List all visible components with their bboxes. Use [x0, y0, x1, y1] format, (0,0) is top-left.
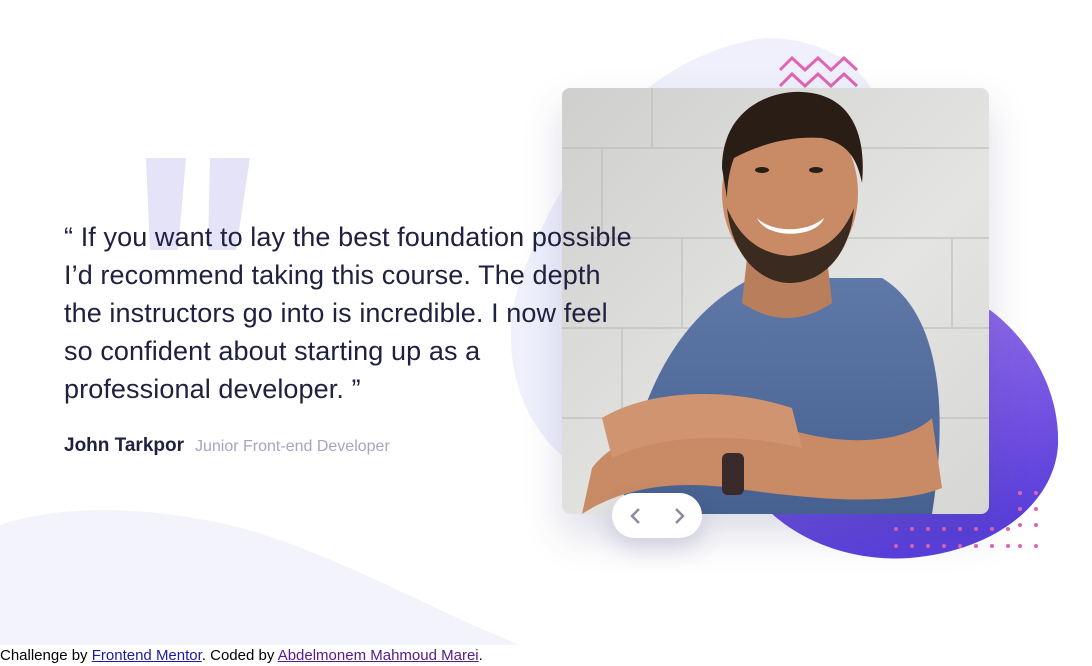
chevron-left-icon — [629, 507, 640, 524]
next-button[interactable] — [665, 501, 695, 531]
attribution-prefix: Challenge by — [0, 647, 92, 664]
chevron-right-icon — [674, 507, 685, 524]
author-role: Junior Front-end Developer — [195, 438, 390, 455]
previous-button[interactable] — [620, 501, 650, 531]
attribution-middle: . Coded by — [201, 647, 278, 664]
author-name: John Tarkpor — [64, 435, 184, 456]
author-link[interactable]: Abdelmonem Mahmoud Marei — [278, 647, 479, 664]
attribution-suffix: . — [478, 647, 483, 664]
testimonial-author: John Tarkpor Junior Front-end Developer — [64, 435, 390, 457]
background-curve-shape — [0, 510, 520, 645]
slider-navigation — [612, 493, 702, 538]
attribution-footer: Challenge by Frontend Mentor. Coded by A… — [0, 647, 483, 664]
frontend-mentor-link[interactable]: Frontend Mentor — [92, 647, 202, 664]
testimonial-quote: “ If you want to lay the best foundation… — [64, 222, 632, 404]
zigzag-pattern-icon — [778, 56, 859, 89]
